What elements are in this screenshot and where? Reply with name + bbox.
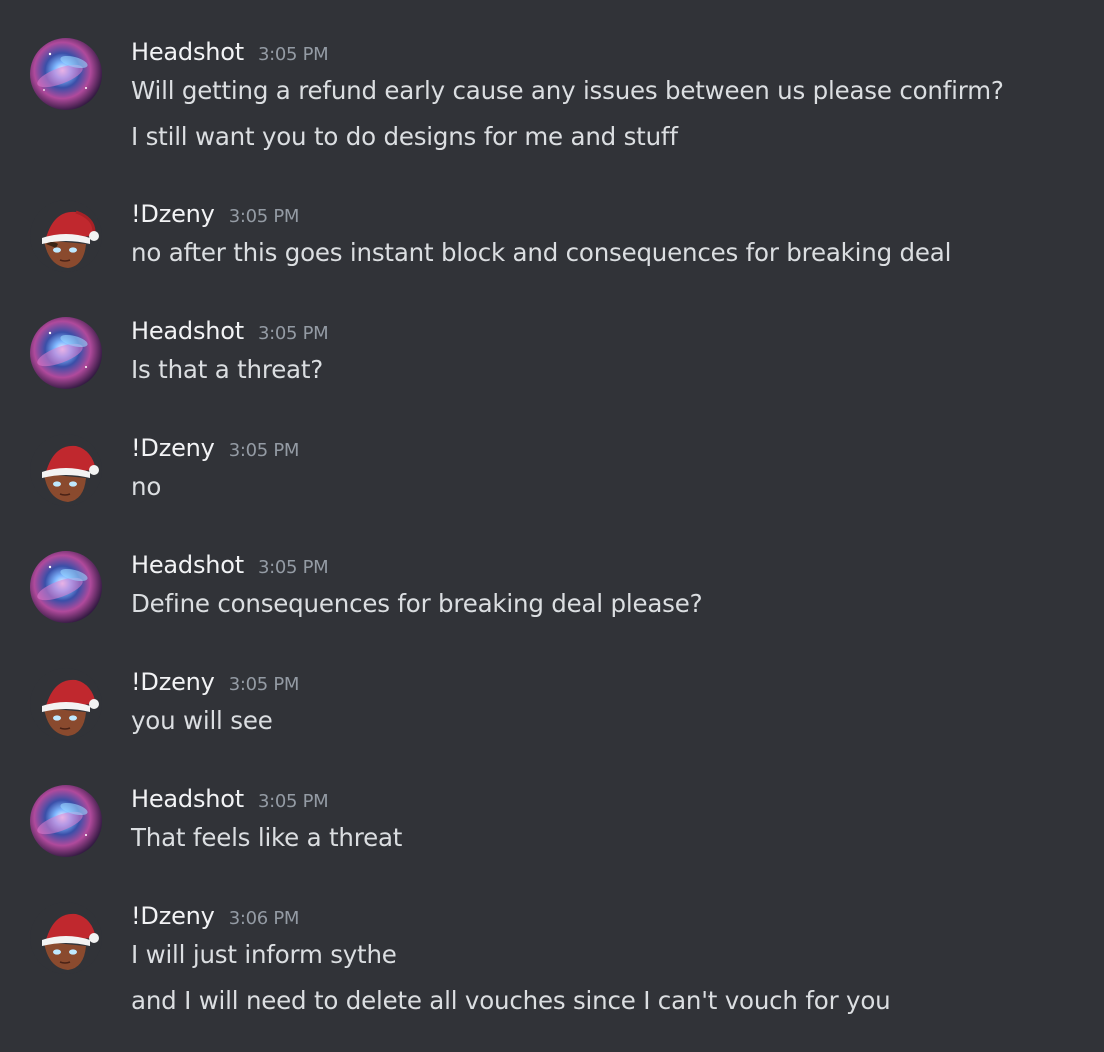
username[interactable]: !Dzeny (131, 200, 215, 228)
message-text: Define consequences for breaking deal pl… (131, 589, 703, 618)
username[interactable]: Headshot (131, 317, 244, 345)
message-text: no after this goes instant block and con… (131, 238, 952, 267)
message-text: Is that a threat? (131, 355, 324, 384)
timestamp[interactable]: 3:05 PM (229, 440, 300, 461)
username[interactable]: !Dzeny (131, 668, 215, 696)
message-header: !Dzeny 3:06 PM (131, 902, 299, 936)
timestamp[interactable]: 3:05 PM (258, 44, 329, 65)
username[interactable]: Headshot (131, 785, 244, 813)
santa-hat-avatar-icon[interactable] (30, 902, 102, 974)
timestamp[interactable]: 3:05 PM (229, 674, 300, 695)
message-text: you will see (131, 706, 273, 735)
santa-hat-avatar-icon[interactable] (30, 668, 102, 740)
message-header: Headshot 3:05 PM (131, 317, 329, 351)
message-header: !Dzeny 3:05 PM (131, 434, 299, 468)
message-header: !Dzeny 3:05 PM (131, 200, 299, 234)
santa-hat-avatar-icon[interactable] (30, 200, 102, 272)
message-text: Will getting a refund early cause any is… (131, 76, 1004, 105)
message-text: That feels like a threat (131, 823, 403, 852)
message-header: Headshot 3:05 PM (131, 38, 329, 72)
message-text: I still want you to do designs for me an… (131, 122, 678, 151)
username[interactable]: Headshot (131, 38, 244, 66)
galaxy-avatar-icon[interactable] (30, 551, 102, 623)
timestamp[interactable]: 3:05 PM (258, 323, 329, 344)
username[interactable]: !Dzeny (131, 434, 215, 462)
message-text: I will just inform sythe (131, 940, 397, 969)
galaxy-avatar-icon[interactable] (30, 785, 102, 857)
username[interactable]: Headshot (131, 551, 244, 579)
timestamp[interactable]: 3:05 PM (258, 791, 329, 812)
message-text: and I will need to delete all vouches si… (131, 986, 891, 1015)
message-header: Headshot 3:05 PM (131, 551, 329, 585)
message-text: no (131, 472, 162, 501)
username[interactable]: !Dzeny (131, 902, 215, 930)
message-header: !Dzeny 3:05 PM (131, 668, 299, 702)
galaxy-avatar-icon[interactable] (30, 317, 102, 389)
timestamp[interactable]: 3:06 PM (229, 908, 300, 929)
timestamp[interactable]: 3:05 PM (258, 557, 329, 578)
message-header: Headshot 3:05 PM (131, 785, 329, 819)
timestamp[interactable]: 3:05 PM (229, 206, 300, 227)
chat-message-list: Headshot 3:05 PM Will getting a refund e… (0, 0, 1104, 1052)
galaxy-avatar-icon[interactable] (30, 38, 102, 110)
santa-hat-avatar-icon[interactable] (30, 434, 102, 506)
